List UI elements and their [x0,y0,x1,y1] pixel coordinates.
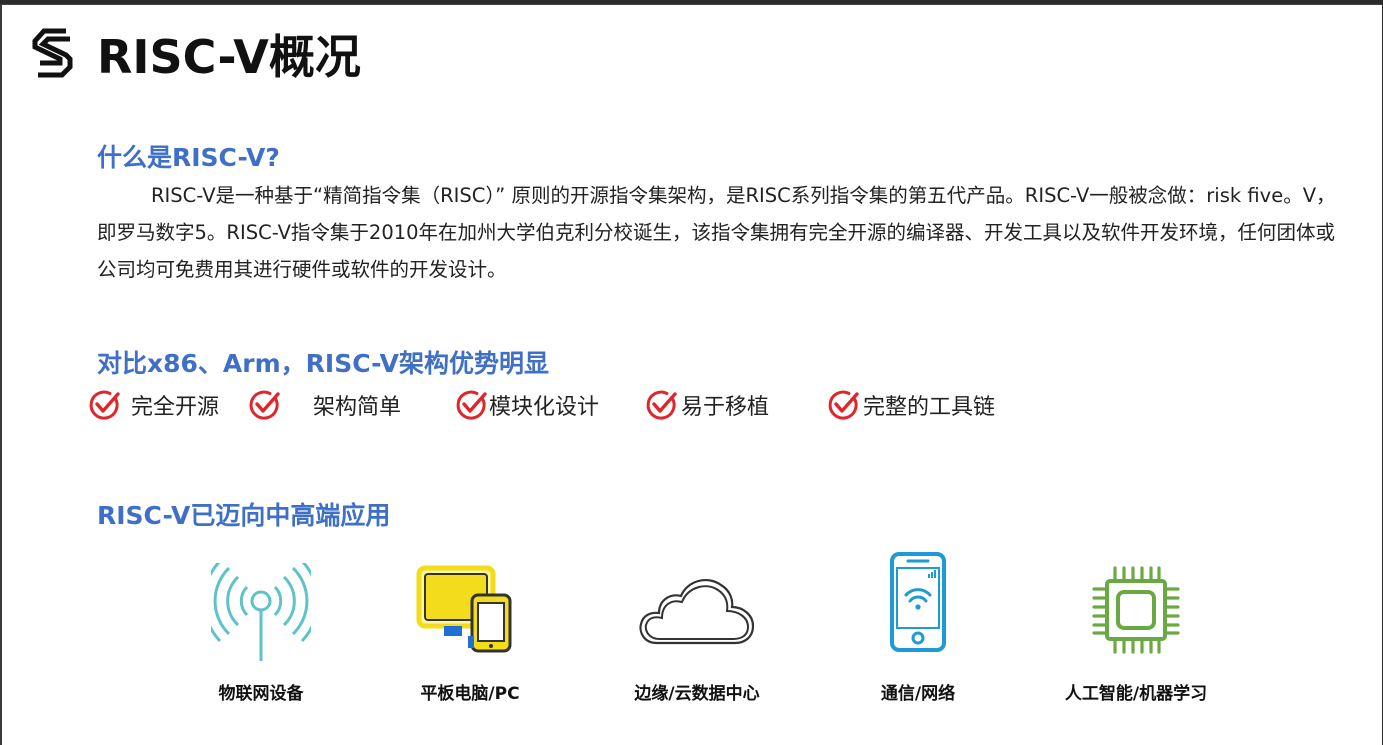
app-item-iot: 物联网设备 [161,545,361,715]
advantage-label: 易于移植 [681,395,770,420]
advantage-item: 易于移植 [645,385,769,425]
advantages-list: 完全开源 架构简单 模块化设计 易于移植 完整的工具链 [2,385,1382,425]
advantage-label: 架构简单 [313,395,402,420]
red-check-circle-icon [828,390,859,420]
app-label: 边缘/云数据中心 [634,684,760,704]
intro-paragraph: RISC-V是一种基于“精简指令集（RISC）” 原则的开源指令集架构，是RIS… [97,184,1336,281]
applications-row: 物联网设备 平板电脑/PC 边缘/云数据中心 通信/网络 人工智能/机器学习 [2,545,1382,715]
red-check-circle-icon [89,390,120,420]
monitor-tablet-icon [416,565,512,653]
advantage-item: 架构简单 [248,385,401,425]
section-heading-what-is: 什么是RISC-V? [97,143,280,172]
advantage-item: 模块化设计 [455,385,599,425]
cloud-icon [639,579,755,645]
chip-icon [1092,566,1180,654]
red-check-circle-icon [249,390,280,420]
section-heading-applications: RISC-V已迈向中高端应用 [97,501,391,530]
app-label: 通信/网络 [880,684,956,704]
app-label: 物联网设备 [218,684,304,704]
app-item-ai: 人工智能/机器学习 [1036,545,1236,715]
advantage-label: 完全开源 [131,395,220,420]
advantage-label: 完整的工具链 [863,395,996,420]
app-label: 平板电脑/PC [420,684,520,704]
section-heading-comparison: 对比x86、Arm，RISC-V架构优势明显 [97,349,550,378]
stacked-s-logo-icon [32,28,73,78]
red-check-circle-icon [646,390,677,420]
red-check-circle-icon [456,390,487,420]
app-item-cloud: 边缘/云数据中心 [597,545,797,715]
slide: RISC-V概况 什么是RISC-V? RISC-V是一种基于“精简指令集（RI… [0,4,1382,745]
smartphone-wifi-icon [890,552,946,652]
antenna-signal-icon [211,563,311,661]
advantage-item: 完整的工具链 [827,385,995,425]
app-item-tablet-pc: 平板电脑/PC [370,545,570,715]
app-label: 人工智能/机器学习 [1064,684,1208,704]
advantage-item: 完全开源 [88,385,219,425]
advantage-label: 模块化设计 [489,395,600,420]
slide-title: RISC-V概况 [97,30,361,84]
app-item-communication: 通信/网络 [818,545,1018,715]
